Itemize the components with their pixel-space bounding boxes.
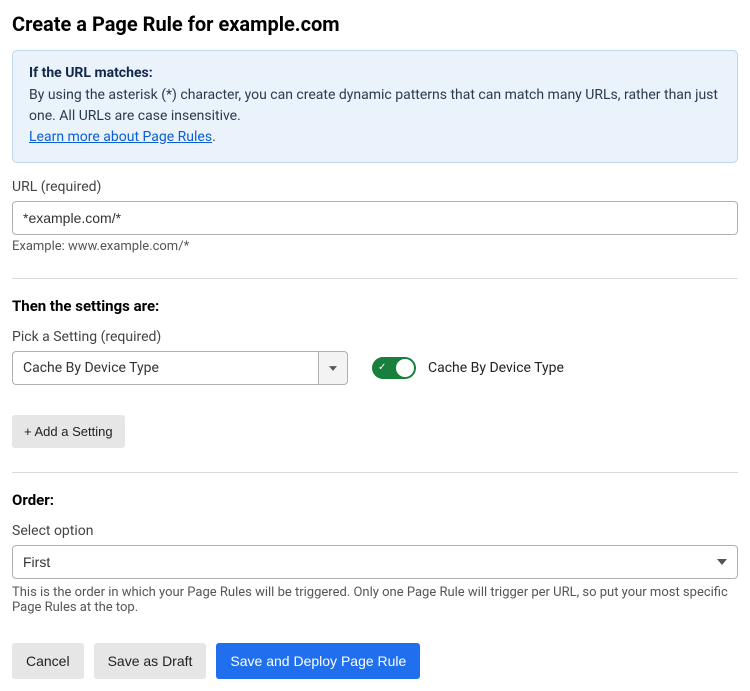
chevron-down-icon <box>329 366 337 371</box>
footer-buttons: Cancel Save as Draft Save and Deploy Pag… <box>12 643 738 679</box>
page-title: Create a Page Rule for example.com <box>12 12 738 36</box>
setting-select-dropdown-button[interactable] <box>318 351 348 385</box>
info-box: If the URL matches: By using the asteris… <box>12 50 738 163</box>
divider <box>12 278 738 279</box>
toggle-knob <box>396 359 414 377</box>
add-setting-button[interactable]: + Add a Setting <box>12 415 125 448</box>
order-select[interactable]: First <box>12 545 738 579</box>
setting-select-value: Cache By Device Type <box>12 351 318 385</box>
save-draft-button[interactable]: Save as Draft <box>94 643 207 679</box>
cancel-button[interactable]: Cancel <box>12 643 84 679</box>
order-heading: Order: <box>12 491 738 509</box>
info-body: By using the asterisk (*) character, you… <box>29 85 721 148</box>
order-hint: This is the order in which your Page Rul… <box>12 585 738 615</box>
toggle-label: Cache By Device Type <box>428 360 564 376</box>
save-deploy-button[interactable]: Save and Deploy Page Rule <box>216 643 420 679</box>
order-label: Select option <box>12 523 738 539</box>
setting-row: Cache By Device Type ✓ Cache By Device T… <box>12 351 738 385</box>
learn-more-link[interactable]: Learn more about Page Rules <box>29 129 212 145</box>
settings-heading: Then the settings are: <box>12 297 738 315</box>
info-heading: If the URL matches: <box>29 65 721 81</box>
link-suffix: . <box>212 129 216 145</box>
setting-select[interactable]: Cache By Device Type <box>12 351 348 385</box>
setting-toggle-wrap: ✓ Cache By Device Type <box>372 357 564 379</box>
cache-by-device-toggle[interactable]: ✓ <box>372 357 416 379</box>
divider <box>12 472 738 473</box>
url-input[interactable] <box>12 201 738 235</box>
info-body-text: By using the asterisk (*) character, you… <box>29 87 718 124</box>
url-label: URL (required) <box>12 179 738 195</box>
url-hint: Example: www.example.com/* <box>12 239 738 254</box>
check-icon: ✓ <box>378 363 386 373</box>
pick-setting-label: Pick a Setting (required) <box>12 329 738 345</box>
